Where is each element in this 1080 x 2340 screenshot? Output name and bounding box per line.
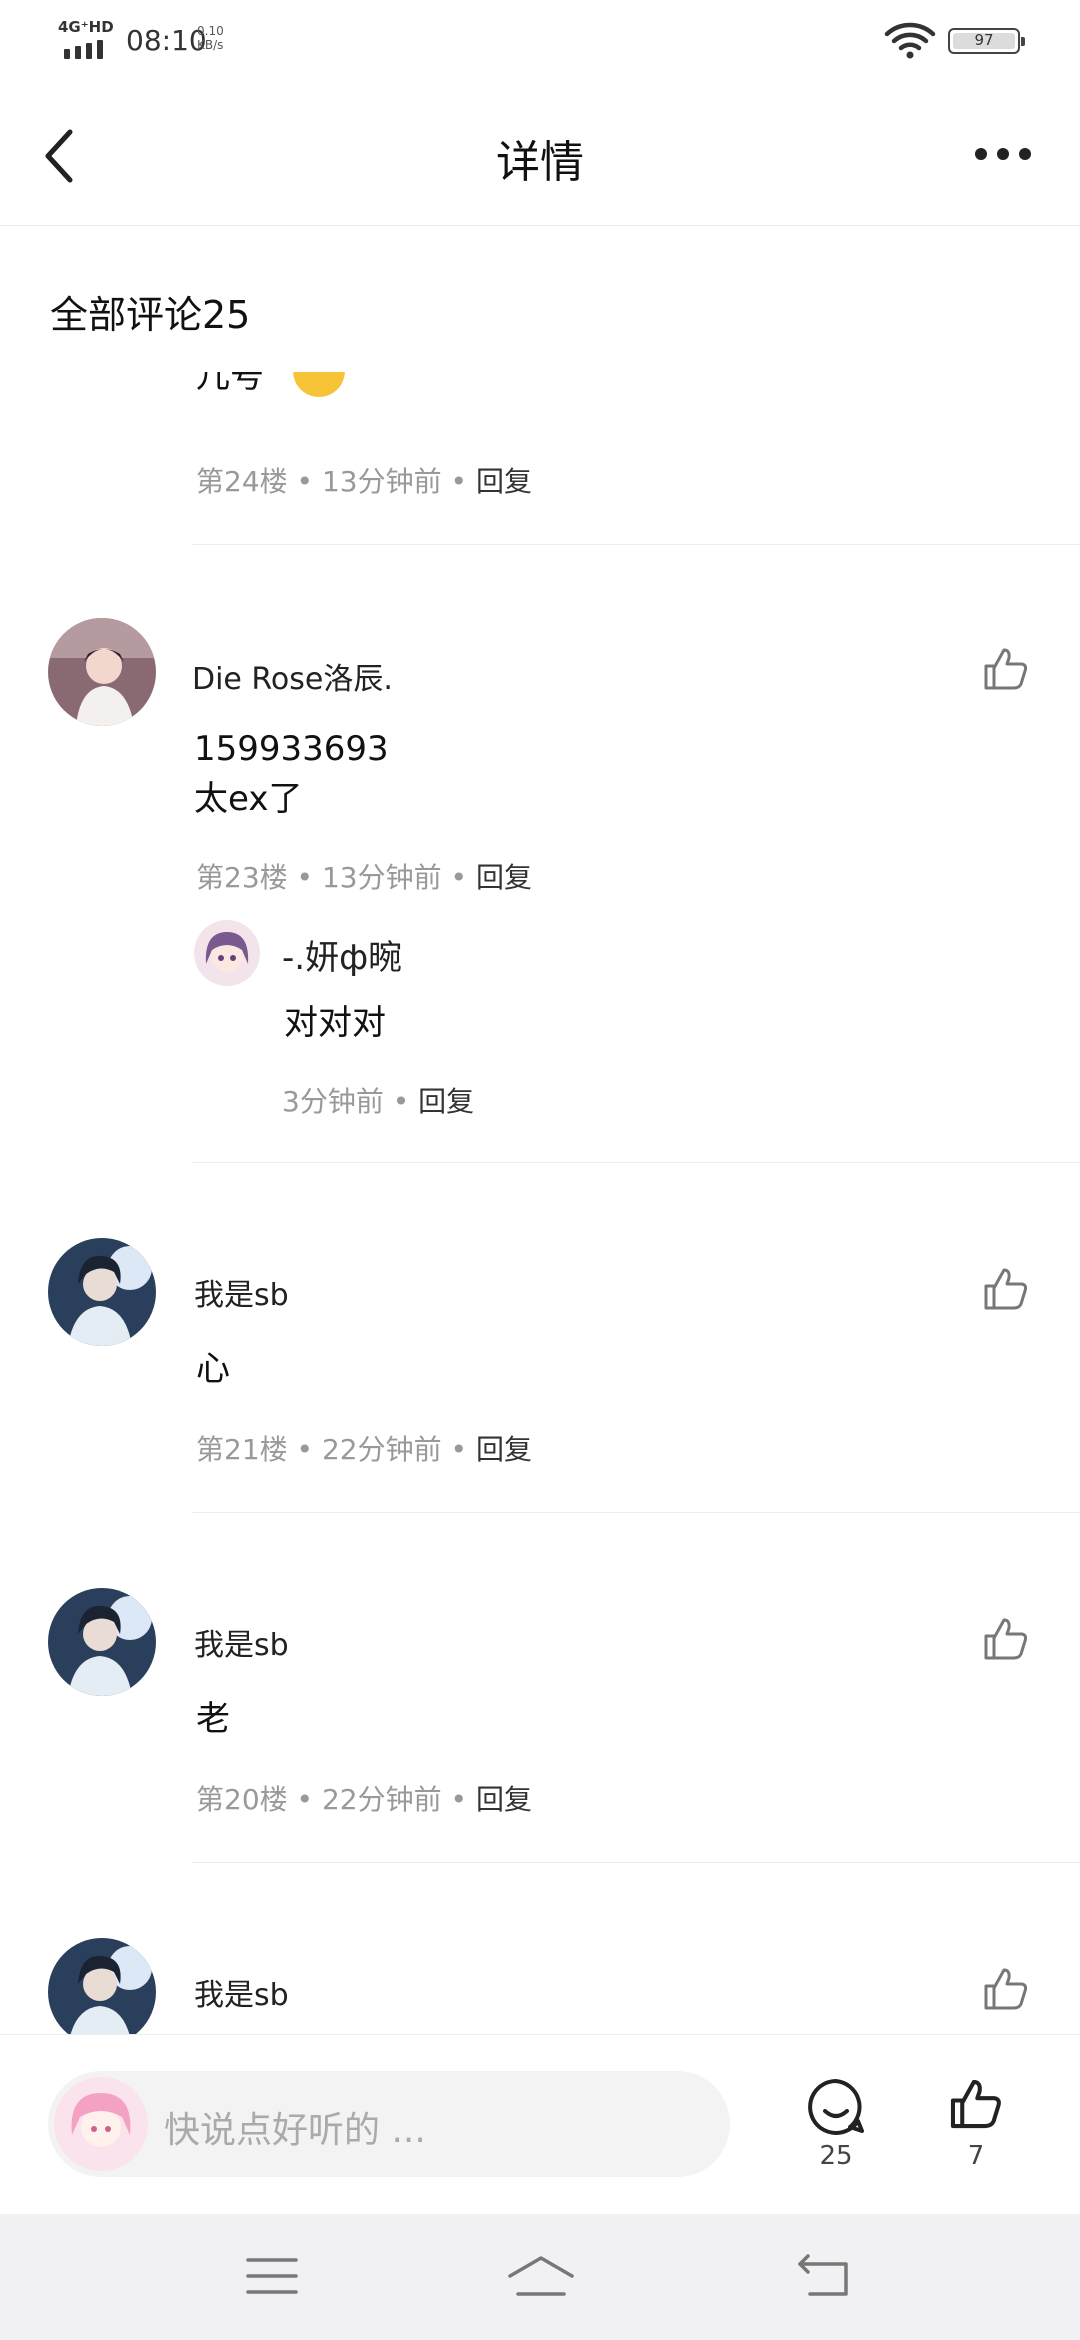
comment-input[interactable]: 快说点好听的 ... [48,2071,730,2177]
emoji-icon [293,372,345,397]
comment-text: 老 [196,1699,230,1739]
reply-meta: 3分钟前 • 回复 [282,1085,475,1118]
reply-username[interactable]: -.妍ф晼 [282,930,402,979]
system-navigation-bar [0,2214,1080,2340]
list-item: 儿号 [0,372,1080,398]
comment-input-placeholder: 快说点好听的 ... [164,2110,426,2151]
comment-meta: 第24楼 • 13分钟前 • 回复 [196,465,532,498]
thumbs-up-icon[interactable] [980,1264,1030,1314]
reply-button[interactable]: 回复 [476,861,532,894]
reply-button[interactable]: 回复 [476,1783,532,1816]
comment-username[interactable]: 我是sb [194,1620,289,1664]
comment-count: 25 [819,2141,853,2171]
thumbs-up-icon[interactable] [980,1614,1030,1664]
network-type: 4G⁺HD [58,18,114,36]
comment-text: 太ex了 [194,779,303,819]
more-dots-icon[interactable] [975,148,1031,160]
wifi-icon [884,22,936,59]
avatar[interactable] [48,1938,156,2034]
avatar[interactable] [194,920,260,986]
divider [192,1162,1080,1163]
avatar [54,2077,148,2171]
comment-username[interactable]: Die Rose洛辰. [192,654,393,698]
reply-button[interactable]: 回复 [418,1085,474,1118]
comment-input-bar: 快说点好听的 ... 25 7 [0,2034,1080,2214]
comment-text: 心 [196,1349,230,1389]
comment-text: 159933693 [194,729,389,769]
battery-level: 97 [974,31,994,49]
battery-icon: 97 [948,28,1025,54]
comment-meta: 第23楼 • 13分钟前 • 回复 [196,861,532,894]
comment-bubble-icon[interactable] [806,2077,866,2137]
thumbs-up-icon[interactable] [946,2075,1004,2133]
avatar[interactable] [48,618,156,726]
network-speed: 0.10 KB/s [197,24,224,52]
list-item: 我是sb [0,1900,1080,2034]
like-count: 7 [967,2141,985,2171]
reply-button[interactable]: 回复 [476,465,532,498]
comment-meta: 第20楼 • 22分钟前 • 回复 [196,1783,532,1816]
home-icon[interactable] [506,2254,576,2298]
thumbs-up-icon[interactable] [980,644,1030,694]
signal-icon [64,40,103,59]
page-title: 详情 [496,137,584,188]
reply-text: 对对对 [284,1003,386,1043]
status-bar: 4G⁺HD 08:10 0.10 KB/s 97 [0,0,1080,80]
menu-icon[interactable] [246,2254,298,2298]
clock: 08:10 [126,24,207,57]
reply-button[interactable]: 回复 [476,1433,532,1466]
divider [192,1862,1080,1863]
thumbs-up-icon[interactable] [980,1964,1030,2014]
divider [192,1512,1080,1513]
divider [192,544,1080,545]
avatar[interactable] [48,1588,156,1696]
comment-username[interactable]: 我是sb [194,1970,289,2014]
comment-text: 儿号 [196,372,264,396]
comment-meta: 第21楼 • 22分钟前 • 回复 [196,1433,532,1466]
avatar[interactable] [48,1238,156,1346]
comments-section-title: 全部评论25 [50,293,251,337]
back-icon[interactable] [796,2254,852,2298]
comment-username[interactable]: 我是sb [194,1270,289,1314]
top-nav-bar: 详情 [0,80,1080,226]
